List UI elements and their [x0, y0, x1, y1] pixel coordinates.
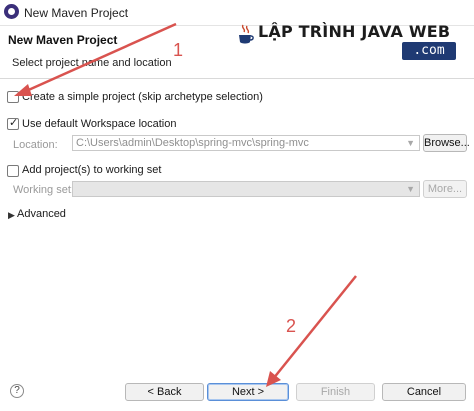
simple-project-checkbox[interactable] — [7, 91, 19, 103]
annotation-step-2: 2 — [286, 316, 297, 336]
chevron-down-icon: ▼ — [406, 138, 415, 148]
location-combo[interactable]: C:\Users\admin\Desktop\spring-mvc\spring… — [72, 135, 420, 151]
working-set-label: Working set: — [13, 184, 74, 196]
watermark-suffix: .com — [402, 42, 456, 60]
location-label: Location: — [13, 139, 58, 151]
wizard-subtitle: Select project name and location — [12, 57, 172, 69]
working-set-check-label[interactable]: Add project(s) to working set — [22, 164, 161, 176]
wizard-title: New Maven Project — [8, 33, 118, 47]
next-button[interactable]: Next > — [207, 383, 289, 401]
browse-button[interactable]: Browse... — [423, 134, 470, 152]
finish-button[interactable]: Finish — [296, 383, 375, 401]
watermark-text: LẬP TRÌNH JAVA WEB — [258, 22, 451, 41]
window-title: New Maven Project — [24, 6, 129, 20]
more-button[interactable]: More... — [423, 180, 467, 198]
java-cup-icon — [239, 24, 254, 44]
eclipse-icon — [4, 4, 19, 19]
working-set-combo[interactable]: ▼ — [72, 181, 420, 197]
chevron-down-icon: ▼ — [406, 184, 415, 194]
default-workspace-checkbox[interactable] — [7, 116, 19, 130]
annotation-step-1: 1 — [173, 40, 184, 60]
back-button[interactable]: < Back — [125, 383, 204, 401]
working-set-checkbox[interactable] — [7, 165, 19, 177]
simple-project-label[interactable]: Create a simple project (skip archetype … — [22, 91, 263, 103]
help-icon[interactable]: ? — [10, 384, 24, 398]
arrow-step-2 — [266, 275, 357, 387]
triangle-right-icon[interactable]: ▶ — [8, 210, 15, 221]
advanced-label[interactable]: Advanced — [17, 208, 66, 220]
cancel-button[interactable]: Cancel — [382, 383, 466, 401]
location-value: C:\Users\admin\Desktop\spring-mvc\spring… — [76, 137, 309, 149]
default-workspace-label[interactable]: Use default Workspace location — [22, 118, 177, 130]
watermark-logo: LẬP TRÌNH JAVA WEB .com — [238, 22, 460, 66]
